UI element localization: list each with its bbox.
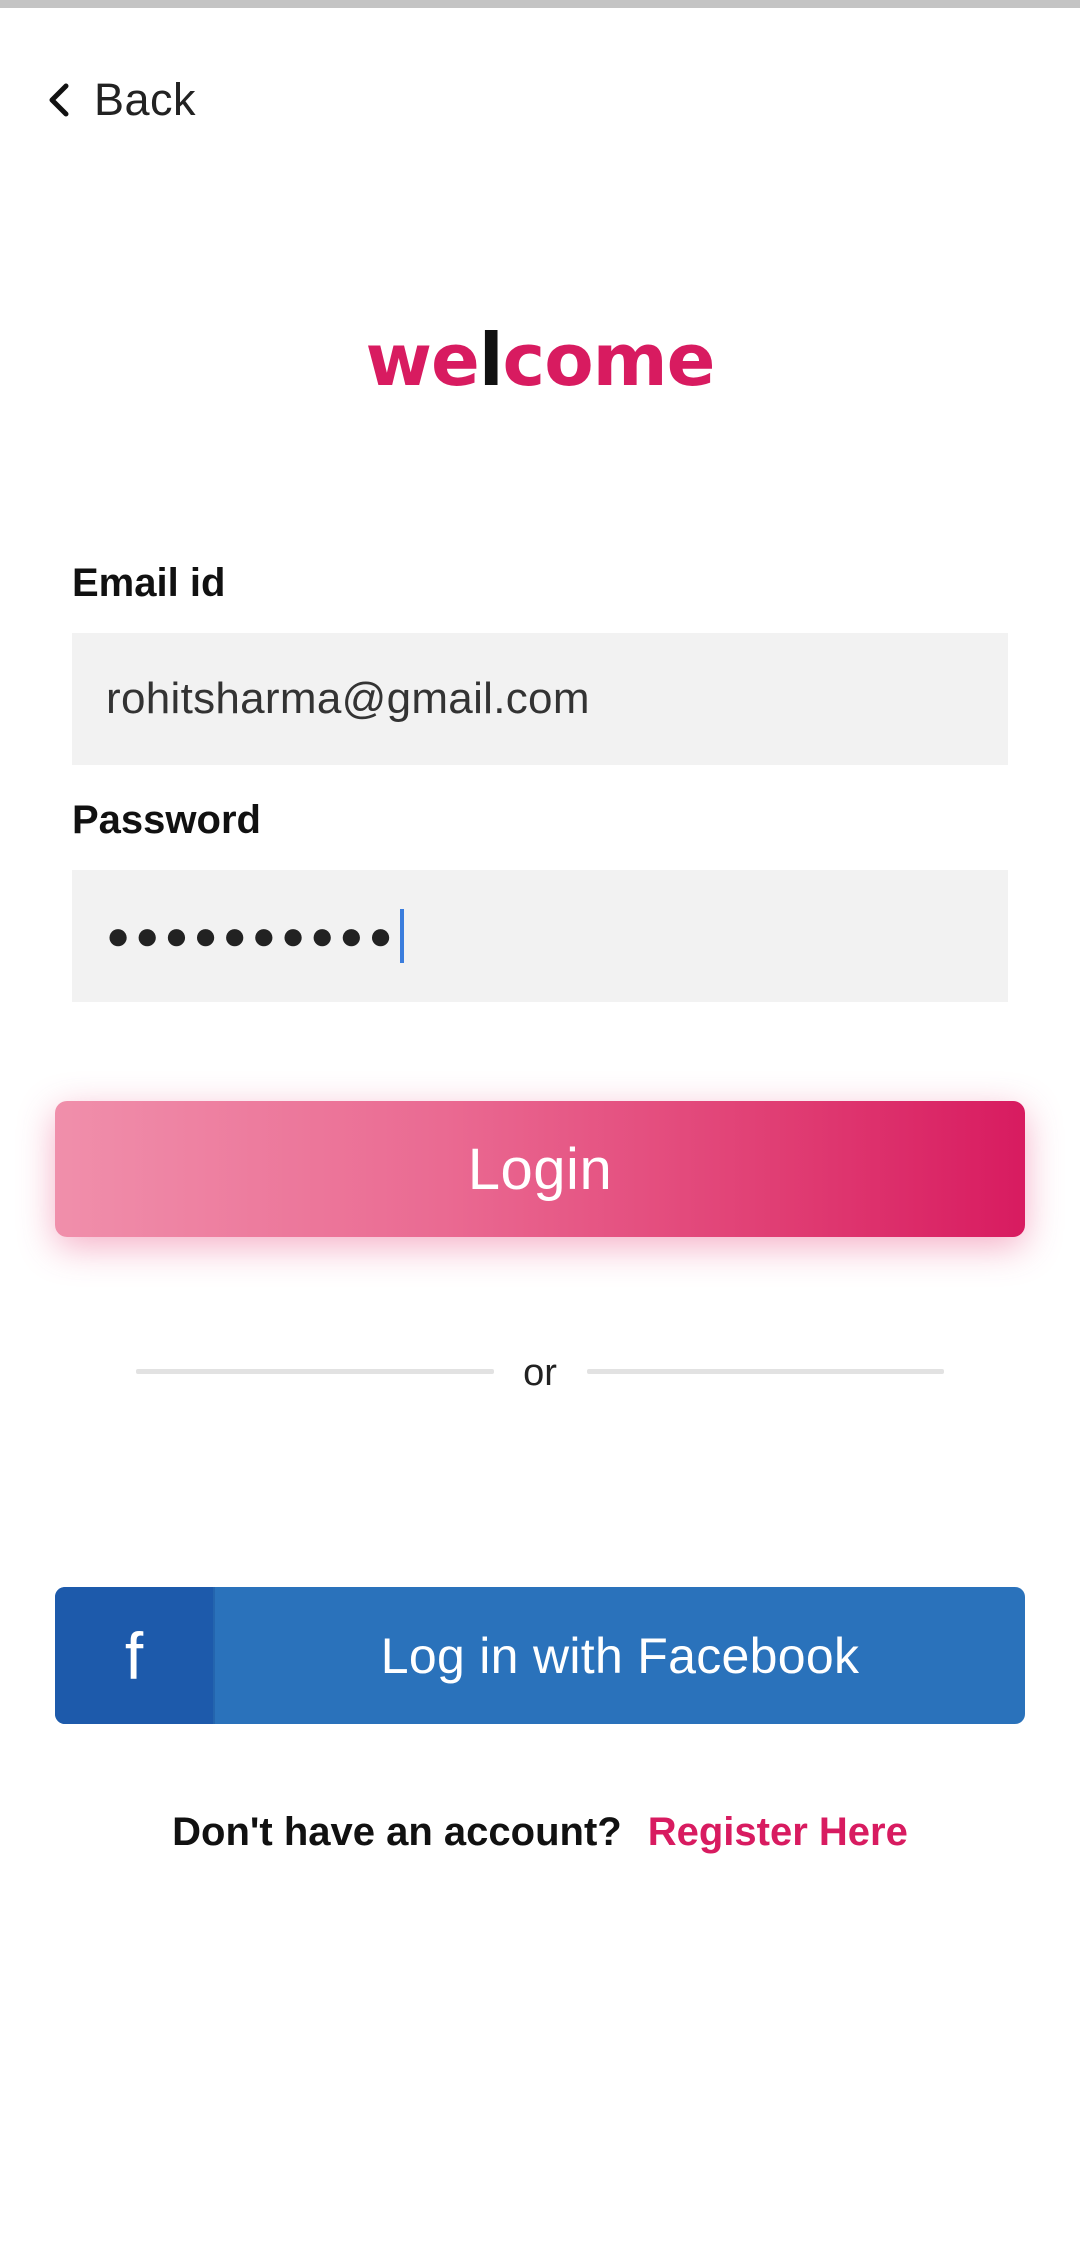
- login-button[interactable]: Login: [55, 1101, 1025, 1237]
- welcome-part-3: come: [502, 318, 716, 402]
- back-label: Back: [94, 74, 197, 125]
- password-value: ●●●●●●●●●●: [106, 913, 398, 958]
- register-question: Don't have an account?: [172, 1810, 622, 1854]
- chevron-left-icon: [44, 80, 76, 120]
- text-caret: [399, 909, 404, 963]
- back-button[interactable]: Back: [44, 68, 196, 132]
- welcome-title: welcome: [0, 310, 1080, 410]
- password-field[interactable]: ●●●●●●●●●●: [72, 870, 1008, 1002]
- login-label: Login: [467, 1136, 613, 1202]
- email-value: rohitsharma@gmail.com: [106, 674, 590, 723]
- divider-text: or: [523, 1352, 557, 1394]
- welcome-part-2: l: [478, 318, 504, 402]
- email-label: Email id: [72, 561, 226, 605]
- register-link[interactable]: Register Here: [648, 1810, 908, 1854]
- password-label: Password: [72, 798, 261, 842]
- register-prompt: Don't have an account? Register Here: [0, 1800, 1080, 1864]
- facebook-icon: f: [55, 1587, 215, 1724]
- email-field[interactable]: rohitsharma@gmail.com: [72, 633, 1008, 765]
- or-divider: or: [136, 1345, 944, 1405]
- status-bar-strip: [0, 0, 1080, 8]
- welcome-part-1: we: [365, 318, 479, 402]
- facebook-icon-glyph: f: [124, 1618, 144, 1693]
- facebook-login-button[interactable]: f Log in with Facebook: [55, 1587, 1025, 1724]
- facebook-login-label: Log in with Facebook: [380, 1627, 860, 1684]
